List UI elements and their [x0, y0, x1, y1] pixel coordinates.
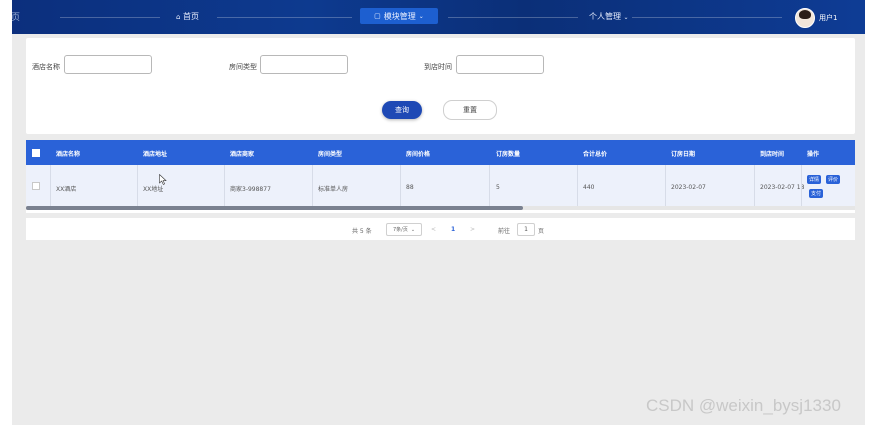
- horizontal-scrollbar[interactable]: [26, 206, 855, 210]
- detail-button[interactable]: 详情: [807, 175, 821, 184]
- user-menu[interactable]: 用户1: [795, 8, 837, 28]
- cell-arrival-time: 2023-02-07 18: [760, 184, 805, 191]
- hotel-name-input[interactable]: [64, 55, 152, 74]
- goto-label: 前往: [498, 228, 511, 235]
- nav-divider: [60, 17, 160, 18]
- screenshot-frame: 首页 ⌂ 首页 ▢ 模块管理 ⌄ 个人管理 ⌄ 用户1: [0, 0, 878, 425]
- hotel-name-label: 酒店名称: [32, 63, 60, 71]
- column-header: 到店时间: [760, 151, 785, 158]
- cell-hotel-address: XX地址: [143, 186, 164, 193]
- goto-page-input[interactable]: 1: [517, 223, 535, 236]
- page-size-select[interactable]: 7条/页 ⌄: [386, 223, 422, 236]
- search-panel: 酒店名称 房间类型 到店时间 查询 重置: [26, 38, 855, 134]
- total-count: 共 5 条: [352, 228, 372, 235]
- user-name: 用户1: [819, 14, 838, 22]
- column-divider: [400, 165, 401, 206]
- page-size-value: 7条/页: [392, 227, 408, 233]
- room-type-label: 房间类型: [229, 63, 257, 71]
- module-icon: ▢: [374, 12, 381, 20]
- select-all-checkbox[interactable]: [32, 149, 40, 157]
- column-header: 合计总价: [583, 151, 608, 158]
- arrival-time-input[interactable]: [456, 55, 544, 74]
- orders-table: 酒店名称 酒店地址 酒店商家 房间类型 房间价格 订房数量 合计总价 订房日期 …: [26, 140, 855, 213]
- column-header: 操作: [807, 151, 820, 158]
- table-row[interactable]: XX酒店 XX地址 商家3-998877 标准单人房 88 5 440 2023…: [26, 165, 855, 206]
- column-divider: [489, 165, 490, 206]
- room-type-input[interactable]: [260, 55, 348, 74]
- chevron-down-icon: ⌄: [410, 226, 416, 233]
- current-page[interactable]: 1: [451, 226, 455, 233]
- column-divider: [312, 165, 313, 206]
- column-header: 订房日期: [671, 151, 696, 158]
- column-divider: [801, 165, 802, 206]
- nav-divider: [632, 17, 782, 18]
- prev-page-button[interactable]: <: [431, 226, 436, 233]
- column-divider: [665, 165, 666, 206]
- next-page-button[interactable]: >: [470, 226, 475, 233]
- nav-personal-label: 个人管理: [589, 12, 621, 21]
- column-header: 酒店地址: [143, 151, 168, 158]
- pay-button[interactable]: 支付: [809, 189, 823, 198]
- cell-booking-date: 2023-02-07: [671, 184, 706, 191]
- arrival-time-label: 到店时间: [424, 63, 452, 71]
- scrollbar-thumb[interactable]: [26, 206, 523, 210]
- column-header: 酒店名称: [56, 151, 81, 158]
- column-header: 订房数量: [496, 151, 521, 158]
- nav-module-management[interactable]: ▢ 模块管理 ⌄: [360, 8, 438, 24]
- row-checkbox[interactable]: [32, 182, 40, 190]
- nav-module-label: 模块管理: [383, 11, 416, 21]
- column-header: 房间类型: [318, 151, 343, 158]
- column-header: 酒店商家: [230, 151, 255, 158]
- avatar: [795, 8, 815, 28]
- chevron-down-icon: ⌄: [418, 12, 424, 20]
- table-header: 酒店名称 酒店地址 酒店商家 房间类型 房间价格 订房数量 合计总价 订房日期 …: [26, 140, 855, 165]
- cell-total-price: 440: [583, 184, 595, 191]
- column-divider: [577, 165, 578, 206]
- cell-room-count: 5: [496, 184, 500, 191]
- column-divider: [224, 165, 225, 206]
- nav-divider: [217, 17, 352, 18]
- query-button[interactable]: 查询: [382, 101, 422, 119]
- watermark: CSDN @weixin_bysj1330: [646, 396, 841, 415]
- top-nav: 首页 ⌂ 首页 ▢ 模块管理 ⌄ 个人管理 ⌄ 用户1: [12, 0, 865, 34]
- goto-suffix: 页: [538, 228, 545, 235]
- column-divider: [50, 165, 51, 206]
- nav-left-text: 首页: [12, 13, 21, 23]
- pagination: 共 5 条 7条/页 ⌄ < 1 > 前往 1 页: [26, 218, 855, 240]
- mouse-cursor-icon: [159, 174, 167, 185]
- nav-home[interactable]: ⌂ 首页: [176, 11, 199, 22]
- cell-merchant: 商家3-998877: [230, 186, 271, 193]
- reset-button[interactable]: 重置: [443, 100, 497, 120]
- cell-room-price: 88: [406, 184, 414, 191]
- app-window: 首页 ⌂ 首页 ▢ 模块管理 ⌄ 个人管理 ⌄ 用户1: [12, 0, 865, 425]
- nav-divider: [448, 17, 578, 18]
- review-button[interactable]: 评价: [826, 175, 840, 184]
- nav-home-label: 首页: [183, 12, 199, 21]
- home-icon: ⌂: [176, 13, 181, 21]
- column-divider: [754, 165, 755, 206]
- cell-hotel-name: XX酒店: [56, 186, 77, 193]
- nav-personal-management[interactable]: 个人管理 ⌄: [589, 11, 629, 22]
- column-divider: [137, 165, 138, 206]
- chevron-down-icon: ⌄: [623, 14, 629, 21]
- cell-room-type: 标准单人房: [318, 186, 349, 193]
- column-header: 房间价格: [406, 151, 431, 158]
